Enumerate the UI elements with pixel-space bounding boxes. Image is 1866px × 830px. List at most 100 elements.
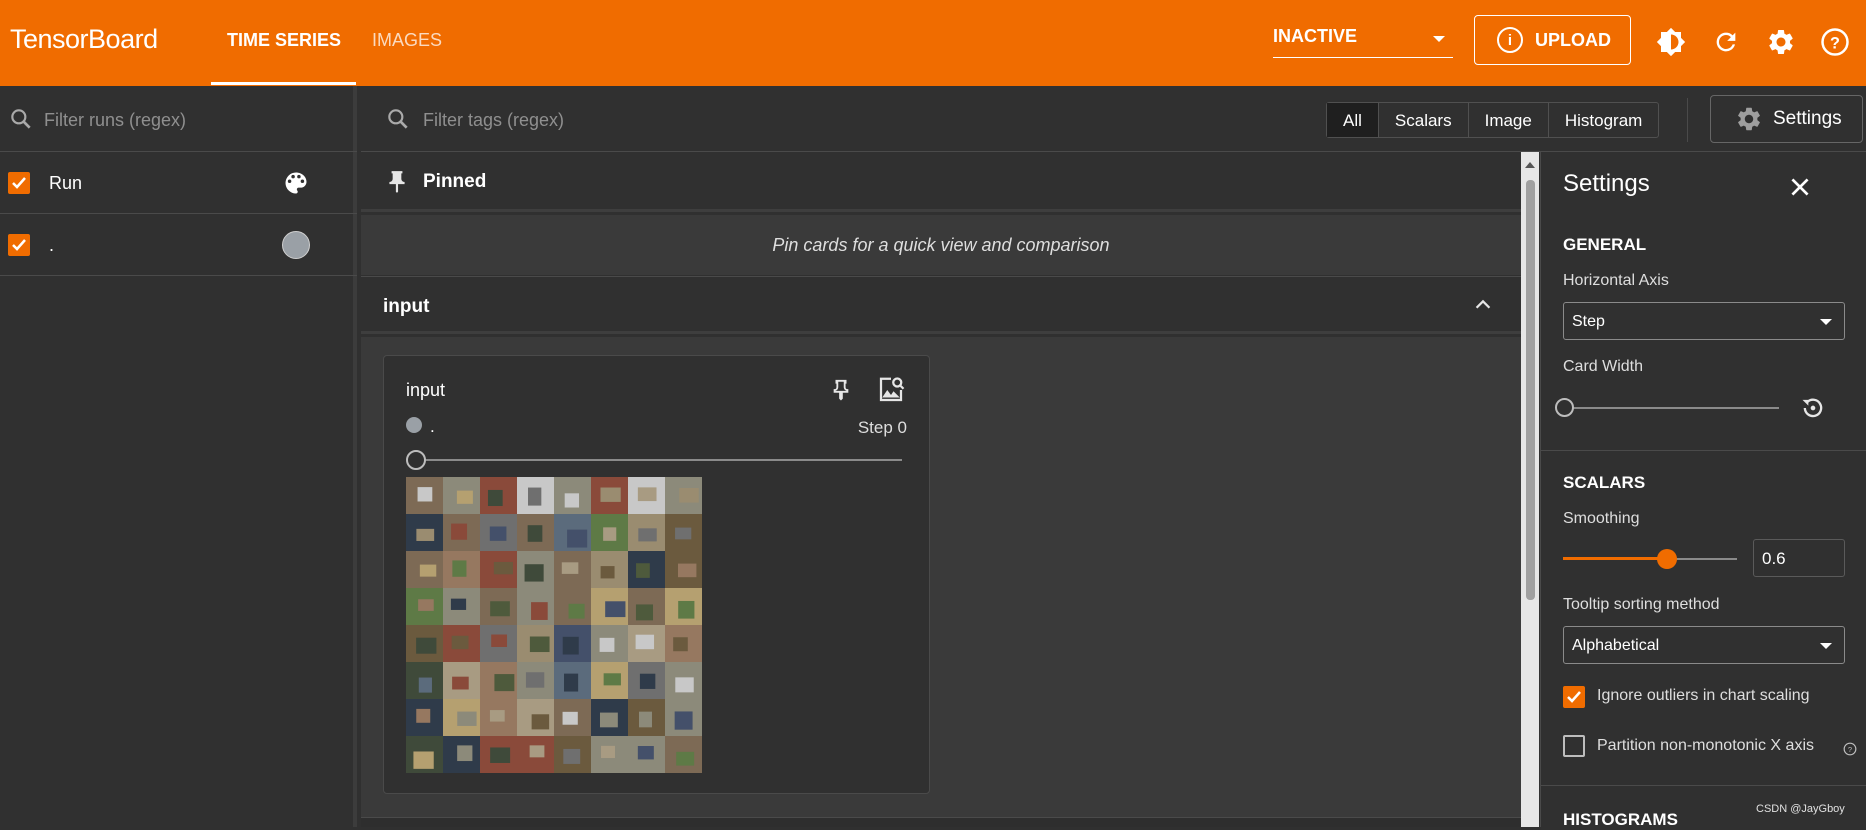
reload-status-select[interactable]: INACTIVE [1273,26,1453,58]
app-title: TensorBoard [10,24,158,54]
scroll-up-arrow[interactable] [1525,162,1535,168]
image-tile-detail [456,490,473,504]
image-tile-detail [568,603,585,619]
watermark: CSDN @JayGboy [1756,803,1845,815]
pinned-section-header: Pinned [361,152,1521,212]
smoothing-slider-fill [1563,557,1668,560]
image-tile-detail [529,636,550,653]
image-tile-detail [603,527,617,541]
run-column-label: Run [49,173,83,193]
image-search-icon[interactable] [876,375,906,405]
image-tile-detail [601,745,616,759]
run-row[interactable]: . [0,214,357,276]
smoothing-input[interactable]: 0.6 [1753,539,1845,577]
chevron-down-icon [1820,319,1832,325]
card-width-slider-thumb[interactable] [1555,398,1574,417]
image-tile-detail [452,676,469,690]
image-tile-detail [531,714,550,730]
horizontal-axis-select[interactable]: Step [1563,302,1845,340]
filter-all-button[interactable]: All [1327,103,1378,137]
pin-icon[interactable] [830,378,852,402]
select-all-runs-checkbox[interactable] [8,172,30,194]
help-icon[interactable]: ? [1820,27,1850,57]
image-tile-detail [416,708,431,723]
image-tile-detail [487,489,503,507]
image-tile-detail [679,488,699,503]
card-width-label: Card Width [1563,358,1644,375]
image-tile-detail [413,751,434,769]
upload-button[interactable]: i UPLOAD [1474,15,1631,65]
image-tile-detail [561,562,579,574]
chevron-up-icon[interactable] [1472,294,1494,316]
scrollbar-thumb[interactable] [1526,180,1535,600]
ignore-outliers-checkbox[interactable] [1563,686,1585,708]
card-run-label: . [430,417,435,436]
settings-divider [1541,450,1866,451]
tooltip-sort-value: Alphabetical [1572,637,1660,654]
tags-filter-input[interactable]: Filter tags (regex) [423,110,564,131]
info-icon: i [1497,27,1523,53]
next-group-header [361,817,1521,827]
image-tile-detail [562,636,579,655]
runs-panel: Filter runs (regex) Run . [0,86,357,827]
settings-panel: Settings GENERAL Horizontal Axis Step Ca… [1540,152,1866,829]
settings-title: Settings [1563,170,1650,197]
card-type-filter: All Scalars Image Histogram [1326,102,1660,138]
image-grid-thumbnail[interactable] [406,477,702,773]
image-tile-detail [635,634,655,650]
image-tile-detail [452,560,467,577]
pinned-title: Pinned [423,171,487,192]
filter-histogram-button[interactable]: Histogram [1547,103,1658,137]
image-tile-detail [676,751,695,766]
tooltip-sort-select[interactable]: Alphabetical [1563,626,1845,664]
general-heading: GENERAL [1563,235,1647,254]
step-slider-thumb[interactable] [406,450,426,470]
image-tile-detail [528,487,542,506]
smoothing-slider-thumb[interactable] [1657,549,1678,569]
image-tile-detail [416,637,437,654]
chevron-down-icon [1433,36,1445,42]
image-card: input . Step 0 [383,355,930,794]
smoothing-label: Smoothing [1563,510,1640,527]
image-tile-detail [599,637,615,652]
tab-images[interactable]: IMAGES [372,30,442,51]
step-slider-track[interactable] [418,459,902,461]
image-tile-detail [418,677,432,693]
pin-icon [389,171,405,193]
image-tile-detail [489,710,505,722]
image-tile-detail [605,601,626,618]
partition-checkbox[interactable] [1563,735,1585,757]
reset-icon[interactable] [1799,394,1827,422]
image-tile-detail [451,523,468,540]
close-icon[interactable] [1787,174,1813,200]
image-tile-detail [673,637,688,652]
theme-toggle-icon[interactable] [1656,27,1686,57]
svg-text:?: ? [1830,34,1840,52]
status-select-value: INACTIVE [1273,26,1358,46]
card-width-slider-track[interactable] [1571,407,1779,409]
image-tile-detail [637,487,657,502]
image-tile-detail [636,563,650,578]
image-tile-detail [529,745,545,758]
refresh-icon[interactable] [1711,27,1741,57]
card-step-label: Step 0 [857,418,907,437]
runs-filter[interactable]: Filter runs (regex) [0,86,357,152]
palette-icon[interactable] [282,169,310,197]
filter-scalars-button[interactable]: Scalars [1377,103,1468,137]
help-icon[interactable]: ? [1843,742,1857,756]
settings-button-label: Settings [1773,108,1842,129]
image-tile-detail [416,528,435,541]
image-tile-detail [527,525,543,542]
group-header-input[interactable]: input [361,276,1521,334]
gear-icon[interactable] [1766,27,1796,57]
run-color-swatch[interactable] [282,231,310,259]
runs-filter-input[interactable]: Filter runs (regex) [44,110,186,131]
settings-button[interactable]: Settings [1710,95,1863,143]
image-tile-detail [531,602,548,620]
tab-time-series[interactable]: TIME SERIES [227,30,341,51]
ignore-outliers-label: Ignore outliers in chart scaling [1597,687,1810,704]
image-tile-detail [600,566,615,579]
filter-image-button[interactable]: Image [1467,103,1548,137]
run-checkbox[interactable] [8,234,30,256]
top-app-bar: TensorBoard TIME SERIES IMAGES INACTIVE … [0,0,1866,86]
